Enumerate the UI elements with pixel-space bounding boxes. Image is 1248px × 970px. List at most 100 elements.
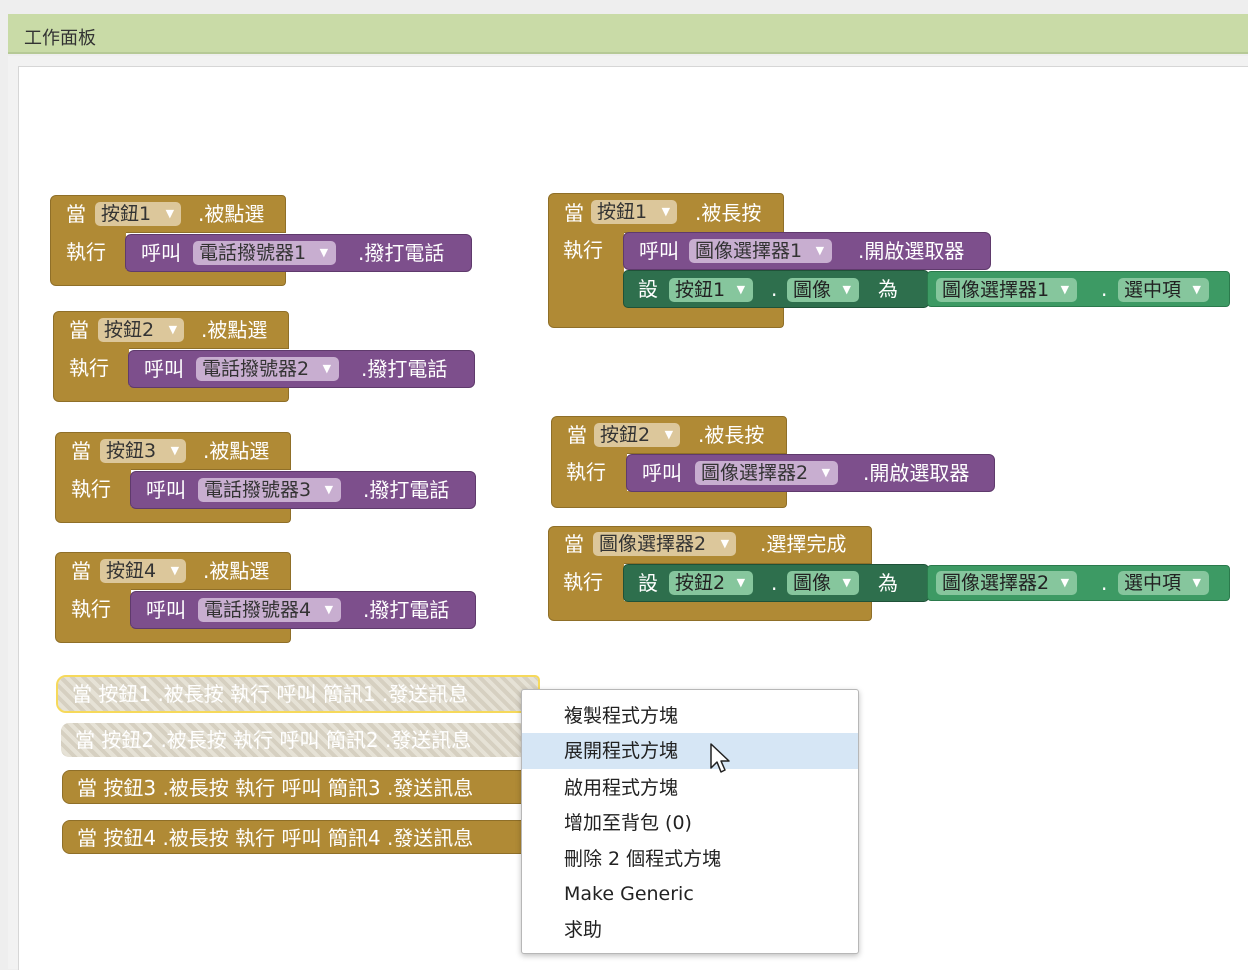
event-name: .被點選: [203, 439, 270, 463]
when-label: 當: [66, 202, 86, 226]
event-block-button1-click[interactable]: 當 按鈕1 ▼ .被點選 執行 呼叫 電話撥號器1 ▼ .撥打電話: [50, 195, 472, 291]
event-name: .被長按: [695, 201, 762, 225]
do-label: 執行: [566, 460, 606, 484]
chevron-down-icon: ▼: [1192, 576, 1202, 589]
menu-item-help[interactable]: 求助: [522, 912, 858, 948]
event-name: .被長按: [698, 423, 765, 447]
event-block-button3-click[interactable]: 當 按鈕3 ▼ .被點選 執行 呼叫 電話撥號器3 ▼ .撥打電話: [55, 432, 476, 528]
target-dropdown[interactable]: 電話撥號器1 ▼: [193, 241, 337, 265]
chevron-down-icon: ▼: [842, 576, 852, 589]
call-label: 呼叫: [639, 239, 679, 263]
chevron-down-icon: ▼: [170, 444, 180, 457]
get-component-dropdown[interactable]: 圖像選擇器1 ▼: [936, 278, 1078, 302]
do-label: 執行: [69, 356, 109, 380]
do-label: 執行: [71, 477, 111, 501]
event-block-button4-click[interactable]: 當 按鈕4 ▼ .被點選 執行 呼叫 電話撥號器4 ▼ .撥打電話: [55, 552, 476, 648]
component-dropdown[interactable]: 圖像選擇器2 ▼: [593, 532, 737, 556]
component-dropdown[interactable]: 按鈕2 ▼: [98, 318, 185, 342]
chevron-down-icon: ▼: [661, 205, 671, 218]
do-label: 執行: [66, 240, 106, 264]
set-component-dropdown[interactable]: 按鈕2 ▼: [669, 571, 754, 595]
target-dropdown[interactable]: 電話撥號器3 ▼: [198, 478, 342, 502]
dot-separator: .: [771, 571, 778, 595]
collapsed-block-button2[interactable]: 當 按鈕2 .被長按 執行 呼叫 簡訊2 .發送訊息: [61, 723, 531, 757]
event-block-imagepicker2-afterpicking[interactable]: 當 圖像選擇器2 ▼ .選擇完成 執行 設 按鈕2 ▼ . 圖像 ▼ 為 圖像選擇器2…: [548, 526, 1230, 622]
chevron-down-icon: ▼: [1192, 283, 1202, 296]
menu-item-make-generic[interactable]: Make Generic: [522, 876, 858, 912]
dot-separator: .: [1101, 277, 1108, 301]
dot-separator: .: [771, 277, 778, 301]
set-property-dropdown[interactable]: 圖像 ▼: [787, 278, 860, 302]
when-label: 當: [564, 532, 584, 556]
event-block-button2-longclick[interactable]: 當 按鈕2 ▼ .被長按 執行 呼叫 圖像選擇器2 ▼ .開啟選取器: [551, 416, 995, 512]
dot-separator: .: [1101, 571, 1108, 595]
get-component-dropdown[interactable]: 圖像選擇器2 ▼: [936, 571, 1078, 595]
get-property-dropdown[interactable]: 選中項 ▼: [1118, 278, 1210, 302]
workspace-titlebar: 工作面板: [8, 14, 1248, 54]
chevron-down-icon: ▼: [821, 466, 831, 479]
method-name: .開啟選取器: [863, 461, 970, 485]
component-dropdown[interactable]: 按鈕1 ▼: [95, 202, 182, 226]
event-block-button2-click[interactable]: 當 按鈕2 ▼ .被點選 執行 呼叫 電話撥號器2 ▼ .撥打電話: [53, 311, 475, 407]
call-label: 呼叫: [141, 241, 181, 265]
when-label: 當: [69, 318, 89, 342]
collapsed-block-button1[interactable]: 當 按鈕1 .被長按 執行 呼叫 簡訊1 .發送訊息: [56, 675, 540, 713]
chevron-down-icon: ▼: [736, 576, 746, 589]
to-label: 為: [878, 277, 898, 301]
set-label: 設: [638, 571, 658, 595]
chevron-down-icon: ▼: [165, 207, 175, 220]
method-name: .撥打電話: [358, 241, 445, 265]
chevron-down-icon: ▼: [842, 283, 852, 296]
chevron-down-icon: ▼: [736, 283, 746, 296]
event-name: .被點選: [201, 318, 268, 342]
when-label: 當: [71, 439, 91, 463]
mouse-pointer-icon: [710, 743, 730, 773]
call-label: 呼叫: [144, 357, 184, 381]
chevron-down-icon: ▼: [319, 246, 329, 259]
target-dropdown[interactable]: 圖像選擇器2 ▼: [695, 461, 839, 485]
chevron-down-icon: ▼: [1060, 283, 1070, 296]
chevron-down-icon: ▼: [170, 564, 180, 577]
call-label: 呼叫: [642, 461, 682, 485]
do-label: 執行: [563, 238, 603, 262]
component-dropdown[interactable]: 按鈕1 ▼: [591, 200, 678, 224]
when-label: 當: [567, 423, 587, 447]
when-label: 當: [564, 201, 584, 225]
method-name: .撥打電話: [363, 478, 450, 502]
menu-item-add-to-backpack[interactable]: 增加至背包 (0): [522, 805, 858, 841]
collapsed-block-button3[interactable]: 當 按鈕3 .被長按 執行 呼叫 簡訊3 .發送訊息: [62, 770, 530, 804]
set-property-dropdown[interactable]: 圖像 ▼: [787, 571, 860, 595]
chevron-down-icon: ▼: [815, 244, 825, 257]
chevron-down-icon: ▼: [664, 428, 674, 441]
set-label: 設: [638, 277, 658, 301]
call-label: 呼叫: [146, 478, 186, 502]
chevron-down-icon: ▼: [1060, 576, 1070, 589]
target-dropdown[interactable]: 圖像選擇器1 ▼: [689, 239, 833, 263]
menu-item-expand[interactable]: 展開程式方塊: [522, 733, 858, 769]
component-dropdown[interactable]: 按鈕2 ▼: [594, 423, 681, 447]
do-label: 執行: [71, 597, 111, 621]
menu-item-duplicate[interactable]: 複製程式方塊: [522, 698, 858, 734]
target-dropdown[interactable]: 電話撥號器4 ▼: [198, 598, 342, 622]
event-name: .被點選: [198, 202, 265, 226]
method-name: .撥打電話: [361, 357, 448, 381]
to-label: 為: [878, 571, 898, 595]
get-property-dropdown[interactable]: 選中項 ▼: [1118, 571, 1210, 595]
menu-item-delete[interactable]: 刪除 2 個程式方塊: [522, 841, 858, 877]
method-name: .撥打電話: [363, 598, 450, 622]
chevron-down-icon: ▼: [324, 483, 334, 496]
event-block-button1-longclick[interactable]: 當 按鈕1 ▼ .被長按 執行 呼叫 圖像選擇器1 ▼ .開啟選取器 設 按鈕1 ▼ …: [548, 193, 1230, 329]
component-dropdown[interactable]: 按鈕3 ▼: [100, 439, 187, 463]
collapsed-block-button4[interactable]: 當 按鈕4 .被長按 執行 呼叫 簡訊4 .發送訊息: [62, 820, 530, 854]
set-component-dropdown[interactable]: 按鈕1 ▼: [669, 278, 754, 302]
chevron-down-icon: ▼: [168, 323, 178, 336]
component-dropdown[interactable]: 按鈕4 ▼: [100, 559, 187, 583]
event-name: .被點選: [203, 559, 270, 583]
workspace-title: 工作面板: [24, 28, 96, 49]
chevron-down-icon: ▼: [322, 362, 332, 375]
method-name: .開啟選取器: [858, 239, 965, 263]
call-label: 呼叫: [146, 598, 186, 622]
menu-item-enable[interactable]: 啟用程式方塊: [522, 770, 858, 806]
target-dropdown[interactable]: 電話撥號器2 ▼: [196, 357, 340, 381]
when-label: 當: [71, 559, 91, 583]
